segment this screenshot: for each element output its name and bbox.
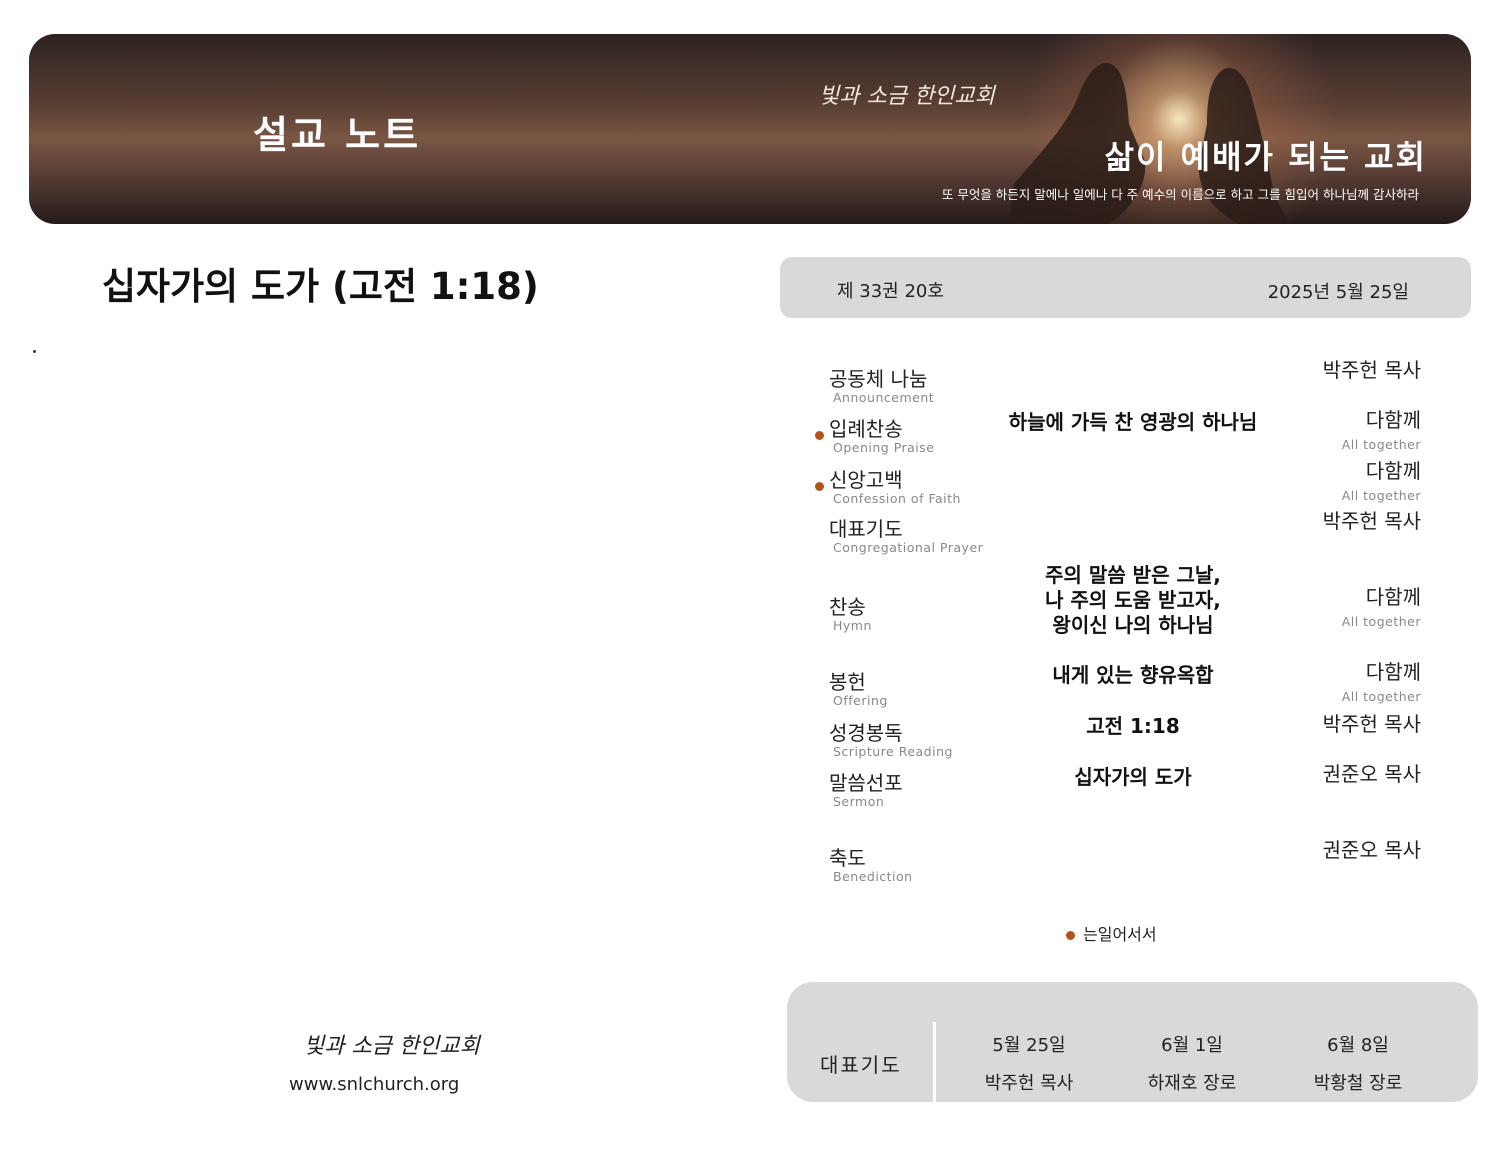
leader-name: 다함께 <box>1365 660 1421 684</box>
service-leader: 다함께 All together <box>1342 459 1421 503</box>
service-leader: 다함께 All together <box>1342 585 1421 629</box>
service-item-label-en: Sermon <box>833 794 885 809</box>
service-leader: 다함께 All together <box>1342 660 1421 704</box>
leader-name: 박주헌 목사 <box>1322 358 1421 382</box>
church-logo: 빛과 소금 한인교회 <box>819 84 995 109</box>
service-item-label: 신앙고백 <box>829 468 903 492</box>
prayer-date: 5월 25일 <box>992 1035 1066 1056</box>
stand-indicator-icon <box>1066 931 1075 940</box>
prayer-date: 6월 1일 <box>1161 1035 1223 1056</box>
leader-name-en: All together <box>1341 614 1421 629</box>
service-item-label-en: Announcement <box>833 390 935 405</box>
service-item-sermon: 말씀선포 Sermon <box>829 771 903 809</box>
service-item-label-en: Offering <box>833 693 888 708</box>
prayer-date: 6월 8일 <box>1327 1035 1389 1056</box>
prayer-entry: 6월 8일 박황철 장로 <box>1288 1031 1428 1095</box>
prayer-entry: 6월 1일 하재호 장로 <box>1122 1031 1262 1095</box>
stand-legend: 는일어서서 <box>1066 921 1157 945</box>
stray-dot <box>33 350 36 353</box>
service-leader: 박주헌 목사 <box>1323 358 1421 382</box>
service-leader: 박주헌 목사 <box>1323 712 1421 736</box>
divider <box>933 1022 936 1102</box>
service-content: 내게 있는 향유옥합 <box>1052 663 1214 687</box>
prayer-person: 박황철 장로 <box>1313 1073 1403 1094</box>
service-item-label: 찬송 <box>829 595 866 619</box>
service-item-label-en: Hymn <box>833 618 872 633</box>
prayer-schedule: 대표기도 5월 25일 박주헌 목사 6월 1일 하재호 장로 6월 8일 박황… <box>787 982 1478 1102</box>
service-item-announcement: 공동체 나눔 Announcement <box>829 367 934 405</box>
service-item-label: 성경봉독 <box>829 721 903 745</box>
footer-logo: 빛과 소금 한인교회 <box>304 1034 480 1059</box>
service-content: 십자가의 도가 <box>1074 765 1192 789</box>
service-content-line: 왕이신 나의 하나님 <box>1052 613 1214 637</box>
service-leader: 다함께 All together <box>1342 408 1421 452</box>
service-content-line: 주의 말씀 받은 그날, <box>1045 563 1221 587</box>
service-item-label-en: Scripture Reading <box>833 744 953 759</box>
prayer-schedule-label: 대표기도 <box>820 1053 902 1077</box>
prayer-entry: 5월 25일 박주헌 목사 <box>959 1031 1099 1095</box>
stand-indicator-icon <box>815 431 824 440</box>
service-item-confession: 신앙고백 Confession of Faith <box>829 468 961 506</box>
service-item-offering: 봉헌 Offering <box>829 670 888 708</box>
prayer-person: 하재호 장로 <box>1147 1073 1237 1094</box>
service-item-opening-praise: 입례찬송 Opening Praise <box>829 417 934 455</box>
issue-bar: 제 33권 20호 2025년 5월 25일 <box>780 257 1471 318</box>
stand-legend-text: 는일어서서 <box>1083 925 1157 944</box>
service-item-label-en: Opening Praise <box>833 440 935 455</box>
service-item-label-en: Confession of Faith <box>833 491 961 506</box>
leader-name-en: All together <box>1341 488 1421 503</box>
header-banner: 설교 노트 빛과 소금 한인교회 삶이 예배가 되는 교회 또 무엇을 하든지 … <box>29 34 1471 224</box>
service-item-hymn: 찬송 Hymn <box>829 595 872 633</box>
stand-indicator-icon <box>815 482 824 491</box>
banner-verse: 또 무엇을 하든지 말에나 일에나 다 주 예수의 이름으로 하고 그를 힘입어… <box>941 187 1419 202</box>
service-item-prayer: 대표기도 Congregational Prayer <box>829 517 983 555</box>
issue-volume: 제 33권 20호 <box>837 281 944 302</box>
prayer-person: 박주헌 목사 <box>984 1073 1074 1094</box>
service-item-label: 봉헌 <box>829 670 866 694</box>
banner-title: 설교 노트 <box>253 113 422 157</box>
church-website-link[interactable]: www.snlchurch.org <box>289 1074 459 1095</box>
service-item-label: 공동체 나눔 <box>829 367 928 391</box>
service-item-benediction: 축도 Benediction <box>829 846 913 884</box>
service-item-label: 입례찬송 <box>829 417 903 441</box>
leader-name-en: All together <box>1341 437 1421 452</box>
service-leader: 권준오 목사 <box>1323 762 1421 786</box>
leader-name-en: All together <box>1341 689 1421 704</box>
service-item-label-en: Congregational Prayer <box>833 540 984 555</box>
service-item-label: 축도 <box>829 846 866 870</box>
leader-name: 다함께 <box>1365 459 1421 483</box>
service-leader: 박주헌 목사 <box>1323 509 1421 533</box>
service-item-label: 대표기도 <box>829 517 903 541</box>
service-item-label: 말씀선포 <box>829 771 903 795</box>
service-item-label-en: Benediction <box>833 869 913 884</box>
leader-name: 박주헌 목사 <box>1322 509 1421 533</box>
banner-slogan: 삶이 예배가 되는 교회 <box>1104 138 1427 176</box>
service-leader: 권준오 목사 <box>1323 838 1421 862</box>
service-content: 고전 1:18 <box>1086 714 1180 738</box>
sermon-title: 십자가의 도가 (고전 1:18) <box>102 265 539 308</box>
service-item-scripture: 성경봉독 Scripture Reading <box>829 721 953 759</box>
issue-date: 2025년 5월 25일 <box>1267 282 1409 303</box>
leader-name: 권준오 목사 <box>1322 762 1421 786</box>
leader-name: 박주헌 목사 <box>1322 712 1421 736</box>
leader-name: 권준오 목사 <box>1322 838 1421 862</box>
leader-name: 다함께 <box>1365 585 1421 609</box>
leader-name: 다함께 <box>1365 408 1421 432</box>
service-content-line: 나 주의 도움 받고자, <box>1045 588 1221 612</box>
service-content: 하늘에 가득 찬 영광의 하나님 <box>1008 410 1258 434</box>
